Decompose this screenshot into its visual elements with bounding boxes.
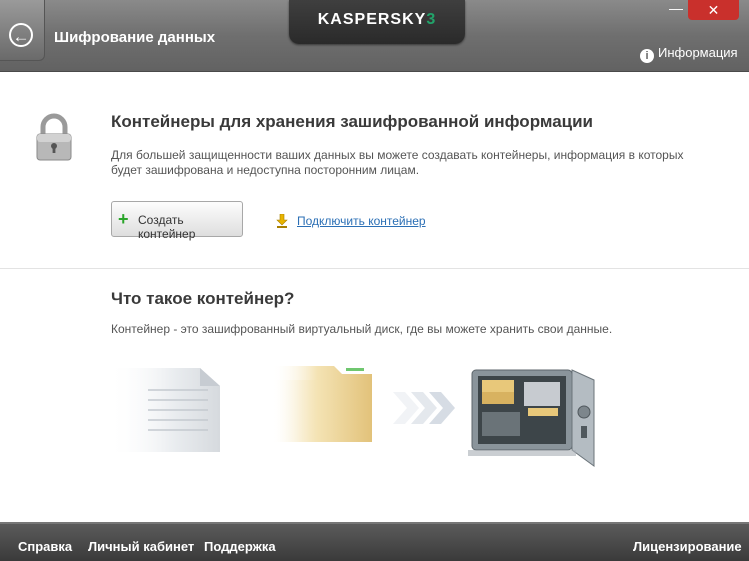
info-icon: i <box>640 49 654 63</box>
title-bar: ← Шифрование данных KASPERSKY3 — ✕ i Инфо… <box>0 0 749 72</box>
kaspersky-logo: KASPERSKY3 <box>317 11 437 28</box>
create-container-button[interactable]: + Создать контейнер <box>111 201 243 241</box>
logo-tab: KASPERSKY3 <box>289 0 465 44</box>
create-container-label: Создать контейнер <box>138 213 196 241</box>
info-label: Информация <box>658 45 738 60</box>
connect-container-link[interactable]: Подключить контейнер <box>297 214 426 228</box>
close-button[interactable]: ✕ <box>688 0 739 20</box>
back-button[interactable]: ← <box>0 0 45 61</box>
section-title: Контейнеры для хранения зашифрованной ин… <box>111 112 594 131</box>
safe-icon <box>468 369 595 467</box>
document-icon <box>108 368 220 452</box>
minimize-button[interactable]: — <box>664 0 688 20</box>
lock-icon <box>36 113 72 161</box>
footer-account-link[interactable]: Личный кабинет <box>88 539 194 554</box>
footer-support-link[interactable]: Поддержка <box>204 539 276 554</box>
connect-arrow-icon <box>276 214 288 228</box>
arrows-icon <box>393 392 455 424</box>
about-description: Контейнер - это зашифрованный виртуальны… <box>111 322 613 336</box>
section-description: Для большей защищенности ваших данных вы… <box>111 148 684 177</box>
plus-icon: + <box>118 209 129 229</box>
page-title: Шифрование данных <box>54 29 216 46</box>
section-divider <box>0 268 749 269</box>
footer-bar: Справка Личный кабинет Поддержка Лицензи… <box>0 522 749 561</box>
footer-licensing-link[interactable]: Лицензирование <box>633 539 742 554</box>
info-link[interactable]: i Информация <box>640 45 738 63</box>
folder-icon <box>272 366 372 442</box>
back-arrow-icon: ← <box>9 23 33 47</box>
footer-help-link[interactable]: Справка <box>18 539 72 554</box>
about-title: Что такое контейнер? <box>111 289 295 308</box>
